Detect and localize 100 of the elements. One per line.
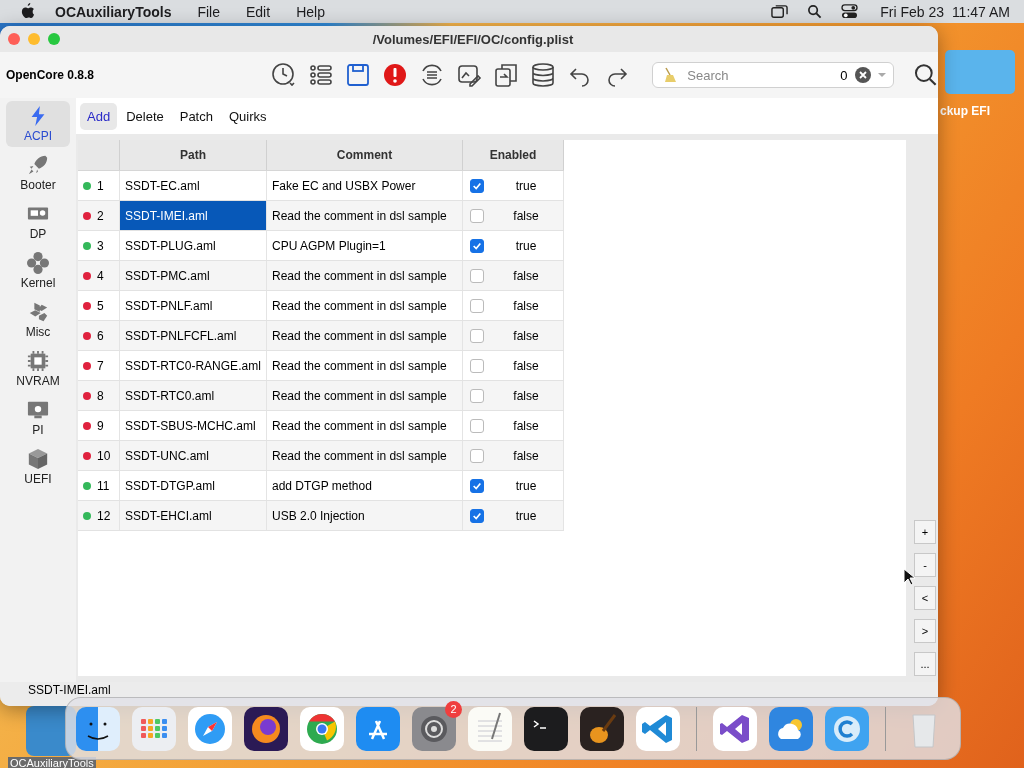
checkbox[interactable] (470, 508, 484, 523)
smiley-face-icon[interactable] (76, 706, 120, 751)
windows-icon[interactable] (771, 4, 789, 19)
apple-icon[interactable] (20, 3, 35, 20)
table-cell[interactable]: SSDT-PNLFCFL.aml (119, 320, 267, 351)
menu-item[interactable]: Help (296, 3, 325, 20)
table-cell[interactable]: SSDT-IMEI.aml (119, 200, 267, 231)
terminal-icon[interactable] (524, 706, 568, 751)
clock-icon[interactable] (271, 62, 298, 88)
table-cell-text: false (512, 268, 540, 283)
column-header[interactable]: Path (119, 140, 267, 171)
table-cell[interactable]: Read the comment in dsl sample (266, 350, 463, 381)
guitar-icon[interactable] (580, 706, 624, 751)
tab[interactable]: Quirks (221, 103, 274, 130)
checkbox[interactable] (470, 208, 484, 223)
table-cell-text: false (512, 418, 540, 433)
search-icon[interactable] (914, 63, 938, 87)
list-icon[interactable] (308, 62, 335, 88)
table-cell-text: false (512, 358, 540, 373)
table-action-button[interactable]: < (914, 586, 936, 610)
sidebar-icon (27, 399, 49, 421)
table-cell[interactable]: SSDT-EHCI.aml (119, 500, 267, 531)
table-cell-text: true (514, 178, 538, 193)
menu-item[interactable]: File (197, 3, 220, 20)
table-cell[interactable]: SSDT-UNC.aml (119, 440, 267, 471)
table-cell[interactable]: USB 2.0 Injection (266, 500, 463, 531)
menu-bar-clock[interactable]: Fri Feb 23 11:47 AM (880, 3, 1010, 20)
tab[interactable]: Patch (172, 103, 220, 130)
table-cell[interactable]: SSDT-PMC.aml (119, 260, 267, 291)
table-cell[interactable]: Read the comment in dsl sample (266, 410, 463, 441)
sidebar-item[interactable]: Misc (6, 297, 70, 343)
menu-item[interactable]: Edit (246, 3, 271, 20)
toggles-icon[interactable] (841, 4, 859, 19)
checkbox[interactable] (470, 388, 484, 403)
close-button[interactable] (8, 33, 20, 45)
warning-icon[interactable] (382, 62, 409, 88)
table-action-button[interactable]: > (914, 619, 936, 643)
sidebar-item[interactable]: UEFI (6, 444, 70, 490)
sidebar-icon (27, 448, 49, 470)
table-cell[interactable]: add DTGP method (266, 470, 463, 501)
table-cell[interactable]: SSDT-PNLF.aml (119, 290, 267, 321)
broom-icon (663, 67, 678, 83)
checkbox[interactable] (470, 478, 484, 493)
grid-icon[interactable] (132, 706, 176, 751)
table-cell[interactable]: Read the comment in dsl sample (266, 320, 463, 351)
checkbox[interactable] (470, 268, 484, 283)
image-edit-icon[interactable] (456, 62, 483, 88)
row-number: 5 (97, 298, 104, 313)
table-cell[interactable]: SSDT-PLUG.aml (119, 230, 267, 261)
table-action-button[interactable]: + (914, 520, 936, 544)
table-cell[interactable]: SSDT-SBUS-MCHC.aml (119, 410, 267, 441)
caret-icon[interactable] (877, 72, 888, 78)
table-cell[interactable]: Read the comment in dsl sample (266, 290, 463, 321)
checkbox[interactable] (470, 298, 484, 313)
sidebar-item[interactable]: PI (6, 395, 70, 441)
checkbox[interactable] (470, 238, 484, 253)
globe-icon[interactable] (244, 706, 288, 751)
copy-icon[interactable] (493, 62, 520, 88)
row-number: 12 (97, 508, 111, 523)
app-store-icon[interactable] (356, 706, 400, 751)
table-cell[interactable]: SSDT-RTC0.aml (119, 380, 267, 411)
row-number: 10 (97, 448, 111, 463)
table-cell[interactable]: CPU AGPM Plugin=1 (266, 230, 463, 261)
code-editor-icon[interactable] (636, 706, 680, 751)
database-icon[interactable] (530, 62, 557, 88)
table-cell[interactable]: SSDT-RTC0-RANGE.aml (119, 350, 267, 381)
table-cell[interactable]: SSDT-EC.aml (119, 170, 267, 201)
sidebar-item[interactable]: DP (6, 199, 70, 245)
search-icon[interactable] (806, 4, 824, 19)
tab[interactable]: Add (80, 103, 118, 130)
code-editor-icon[interactable] (713, 706, 757, 751)
sidebar-item[interactable]: Booter (6, 150, 70, 196)
table-cell[interactable]: Read the comment in dsl sample (266, 260, 463, 291)
search-bar[interactable]: Search 0 (652, 62, 895, 88)
table-action-button[interactable]: ... (914, 652, 936, 676)
table-cell[interactable]: Read the comment in dsl sample (266, 200, 463, 231)
table-cell[interactable]: Read the comment in dsl sample (266, 440, 463, 471)
checkbox[interactable] (470, 418, 484, 433)
save-icon[interactable] (345, 62, 372, 88)
checkbox[interactable] (470, 448, 484, 463)
table-cell-text: false (512, 448, 540, 463)
notepad-icon[interactable] (468, 706, 512, 751)
compass-icon[interactable] (188, 706, 232, 751)
checkbox[interactable] (470, 358, 484, 373)
checkbox[interactable] (470, 178, 484, 193)
checkbox[interactable] (470, 328, 484, 343)
ring-icon[interactable] (300, 706, 344, 751)
sidebar-item[interactable]: NVRAM (6, 346, 70, 392)
clear-icon[interactable] (855, 67, 872, 83)
sidebar-item[interactable]: Kernel (6, 248, 70, 294)
table-cell[interactable]: SSDT-DTGP.aml (119, 470, 267, 501)
column-header[interactable]: Enabled (462, 140, 564, 171)
sidebar-item[interactable]: ACPI (6, 101, 70, 147)
table-action-button[interactable]: - (914, 553, 936, 577)
column-header[interactable]: Comment (266, 140, 463, 171)
table-cell[interactable]: Read the comment in dsl sample (266, 380, 463, 411)
app-menu[interactable]: OCAuxiliaryTools (55, 3, 172, 20)
weather-icon[interactable] (769, 706, 813, 751)
tab[interactable]: Delete (119, 103, 171, 130)
table-cell[interactable]: Fake EC and USBX Power (266, 170, 463, 201)
